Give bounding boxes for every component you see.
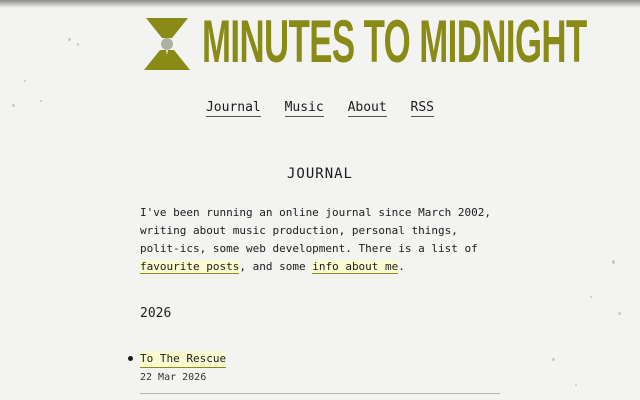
- nav-music[interactable]: Music: [284, 100, 324, 117]
- divider: [140, 393, 500, 394]
- nav-about[interactable]: About: [347, 100, 387, 117]
- decorative-speck: [575, 384, 577, 386]
- post-title-link[interactable]: To The Rescue: [140, 351, 227, 368]
- top-shadow: [0, 0, 640, 8]
- page-title: JOURNAL: [286, 166, 353, 182]
- year-heading: 2026: [140, 306, 172, 321]
- decorative-speck: [68, 38, 71, 41]
- favourite-posts-link[interactable]: favourite posts: [140, 260, 240, 274]
- decorative-speck: [618, 312, 621, 315]
- bullet-icon: [128, 356, 133, 361]
- intro-text: I've been running an online journal sinc…: [140, 206, 491, 255]
- decorative-speck: [590, 296, 592, 298]
- intro-text: .: [398, 260, 405, 273]
- main-nav: Journal Music About RSS: [0, 100, 640, 117]
- radiation-trefoil-icon[interactable]: [140, 16, 194, 70]
- decorative-speck: [612, 260, 615, 264]
- nav-rss[interactable]: RSS: [410, 100, 435, 117]
- decorative-speck: [24, 80, 26, 82]
- nav-journal[interactable]: Journal: [205, 100, 261, 117]
- site-title[interactable]: MINUTES TO MIDNIGHT: [202, 10, 587, 74]
- intro-text: , and some: [239, 260, 313, 273]
- decorative-speck: [552, 358, 555, 361]
- post-date: 22 Mar 2026: [140, 372, 207, 383]
- info-about-me-link[interactable]: info about me: [312, 260, 399, 274]
- decorative-speck: [77, 43, 79, 46]
- intro-paragraph: I've been running an online journal sinc…: [140, 204, 502, 276]
- site-header: MINUTES TO MIDNIGHT: [140, 10, 587, 74]
